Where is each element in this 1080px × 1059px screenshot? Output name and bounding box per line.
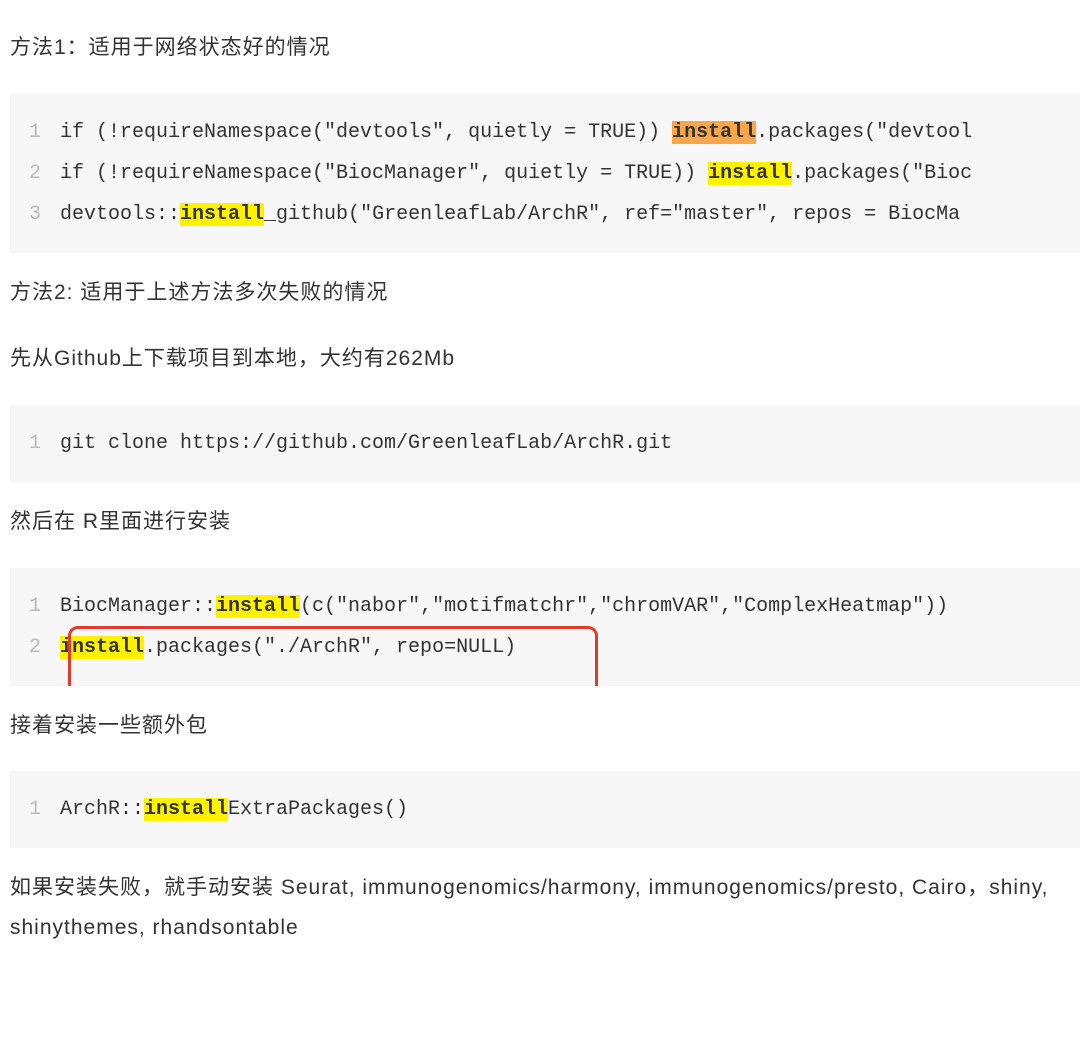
code-line: 1 if (!requireNamespace("devtools", quie… [10,112,1080,153]
code-block-1: 1 if (!requireNamespace("devtools", quie… [10,94,1080,253]
code-content: git clone https://github.com/GreenleafLa… [60,423,672,464]
line-number: 2 [10,153,60,194]
code-line: 2 install.packages("./ArchR", repo=NULL) [10,627,1080,668]
paragraph-install-in-r: 然后在 R里面进行安装 [10,502,1080,542]
line-number: 1 [10,423,60,464]
code-content: devtools::install_github("GreenleafLab/A… [60,194,960,235]
line-number: 1 [10,586,60,627]
code-content: if (!requireNamespace("devtools", quietl… [60,112,972,153]
highlight-install-orange: install [672,121,756,144]
highlight-install-yellow: install [60,636,144,659]
paragraph-github-download: 先从Github上下载项目到本地，大约有262Mb [10,339,1080,379]
code-line: 1 BiocManager::install(c("nabor","motifm… [10,586,1080,627]
code-block-2: 1 git clone https://github.com/Greenleaf… [10,405,1080,482]
line-number: 1 [10,112,60,153]
code-line: 1 ArchR::installExtraPackages() [10,789,1080,830]
highlight-install-yellow: install [708,162,792,185]
paragraph-method-2: 方法2: 适用于上述方法多次失败的情况 [10,273,1080,313]
code-line: 3 devtools::install_github("GreenleafLab… [10,194,1080,235]
code-block-4: 1 ArchR::installExtraPackages() [10,771,1080,848]
code-line: 1 git clone https://github.com/Greenleaf… [10,423,1080,464]
code-content: ArchR::installExtraPackages() [60,789,408,830]
paragraph-manual-install: 如果安装失败，就手动安装 Seurat, immunogenomics/harm… [10,868,1080,948]
code-block-3: 1 BiocManager::install(c("nabor","motifm… [10,568,1080,686]
paragraph-method-1: 方法1：适用于网络状态好的情况 [10,28,1080,68]
line-number: 2 [10,627,60,668]
code-content: if (!requireNamespace("BiocManager", qui… [60,153,972,194]
highlight-install-yellow: install [144,798,228,821]
highlight-install-yellow: install [180,203,264,226]
code-content: install.packages("./ArchR", repo=NULL) [60,627,516,668]
code-line: 2 if (!requireNamespace("BiocManager", q… [10,153,1080,194]
code-content: BiocManager::install(c("nabor","motifmat… [60,586,948,627]
line-number: 3 [10,194,60,235]
highlight-install-yellow: install [216,595,300,618]
paragraph-extra-packages: 接着安装一些额外包 [10,706,1080,746]
line-number: 1 [10,789,60,830]
